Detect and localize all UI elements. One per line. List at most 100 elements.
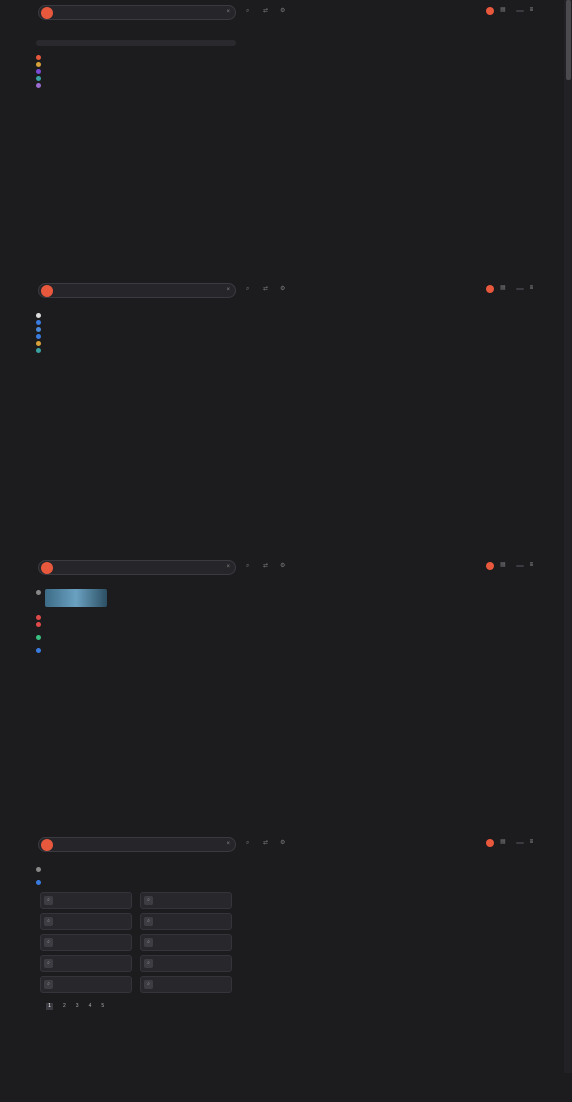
search-icon: ⌕ (144, 896, 153, 905)
avatar[interactable] (486, 562, 494, 570)
sitelinks (45, 622, 236, 627)
search-bar[interactable]: × (38, 5, 236, 20)
results-list (36, 34, 236, 89)
close-icon[interactable]: × (226, 564, 230, 572)
related-search-chip[interactable]: ⌕ (40, 955, 132, 972)
search-icon[interactable]: ⌕ (246, 8, 254, 16)
search-tabs (44, 303, 116, 309)
scroll-thumb[interactable] (566, 0, 571, 80)
account-area: ▦ ≡ (486, 7, 533, 15)
sign-in-button[interactable] (515, 565, 524, 567)
site-favicon (36, 348, 41, 353)
search-bar[interactable]: × (38, 283, 236, 298)
results-list: ⌕ ⌕ ⌕ ⌕ ⌕ ⌕ ⌕ ⌕ ⌕ ⌕ 1 2 3 4 5 (36, 866, 236, 1010)
page-scrollbar[interactable] (564, 0, 572, 1073)
related-search-chip[interactable]: ⌕ (40, 892, 132, 909)
related-search-chip[interactable]: ⌕ (40, 913, 132, 930)
search-icon: ⌕ (44, 917, 53, 926)
search-icon[interactable]: ⌕ (246, 563, 254, 571)
related-search-chip[interactable]: ⌕ (40, 976, 132, 993)
share-icon[interactable]: ⇄ (263, 840, 271, 848)
menu-icon[interactable]: ≡ (530, 7, 534, 15)
site-favicon (36, 76, 41, 81)
results-panel: × ⌕ ⇄ ⚙ ▦ ≡ (0, 555, 560, 825)
site-favicon (36, 635, 41, 640)
apps-icon[interactable]: ▦ (500, 7, 506, 15)
site-favicon (36, 55, 41, 60)
site-favicon (36, 83, 41, 88)
page-number[interactable]: 5 (101, 1003, 104, 1009)
related-search-chip[interactable]: ⌕ (40, 934, 132, 951)
brand-logo[interactable] (41, 562, 53, 574)
search-result (36, 634, 236, 640)
sitelinks (45, 880, 236, 885)
brand-logo[interactable] (41, 7, 53, 19)
avatar[interactable] (486, 285, 494, 293)
brand-logo[interactable] (41, 839, 53, 851)
brand-logo[interactable] (41, 285, 53, 297)
site-favicon (36, 313, 41, 318)
avatar[interactable] (486, 7, 494, 15)
account-area: ▦ ≡ (486, 562, 533, 570)
site-favicon (36, 615, 41, 620)
menu-icon[interactable]: ≡ (530, 839, 534, 847)
site-favicon (36, 622, 41, 627)
site-favicon (36, 327, 41, 332)
related-search-chip[interactable]: ⌕ (140, 976, 232, 993)
results-panel: × ⌕ ⇄ ⚙ ▦ ≡ (0, 278, 560, 548)
search-icon: ⌕ (44, 980, 53, 989)
search-icon: ⌕ (144, 938, 153, 947)
search-icon: ⌕ (44, 959, 53, 968)
search-icon: ⌕ (144, 959, 153, 968)
avatar[interactable] (486, 839, 494, 847)
search-icon: ⌕ (44, 938, 53, 947)
page-number[interactable]: 2 (63, 1003, 66, 1009)
search-bar[interactable]: × (38, 837, 236, 852)
sign-in-button[interactable] (515, 10, 524, 12)
settings-icon[interactable]: ⚙ (280, 286, 288, 294)
site-favicon (36, 320, 41, 325)
settings-icon[interactable]: ⚙ (280, 840, 288, 848)
search-icon[interactable]: ⌕ (246, 286, 254, 294)
share-icon[interactable]: ⇄ (263, 563, 271, 571)
close-icon[interactable]: × (226, 841, 230, 849)
sitelinks (45, 635, 236, 640)
settings-icon[interactable]: ⚙ (280, 563, 288, 571)
search-tabs (44, 580, 116, 586)
related-search-chip[interactable]: ⌕ (140, 892, 232, 909)
page-number[interactable]: 4 (89, 1003, 92, 1009)
share-icon[interactable]: ⇄ (263, 8, 271, 16)
page-number[interactable]: 3 (76, 1003, 79, 1009)
sign-in-button[interactable] (515, 288, 524, 290)
toolbar-icons: ⌕ ⇄ ⚙ (246, 563, 297, 571)
result-thumbnail[interactable] (45, 589, 107, 607)
apps-icon[interactable]: ▦ (500, 562, 506, 570)
search-result (36, 866, 236, 872)
site-favicon (36, 341, 41, 346)
related-search-chip[interactable]: ⌕ (140, 955, 232, 972)
sign-in-button[interactable] (515, 842, 524, 844)
results-list (36, 312, 236, 354)
account-area: ▦ ≡ (486, 839, 533, 847)
search-icon: ⌕ (144, 917, 153, 926)
search-icon[interactable]: ⌕ (246, 840, 254, 848)
close-icon[interactable]: × (226, 287, 230, 295)
site-favicon (36, 590, 41, 595)
toolbar-icons: ⌕ ⇄ ⚙ (246, 8, 297, 16)
related-search-chip[interactable]: ⌕ (140, 934, 232, 951)
site-favicon (36, 69, 41, 74)
results-list (36, 589, 236, 654)
menu-icon[interactable]: ≡ (530, 562, 534, 570)
search-result (36, 621, 236, 627)
share-icon[interactable]: ⇄ (263, 286, 271, 294)
apps-icon[interactable]: ▦ (500, 285, 506, 293)
results-panel: × ⌕ ⇄ ⚙ ▦ ≡ (0, 0, 560, 270)
apps-icon[interactable]: ▦ (500, 839, 506, 847)
menu-icon[interactable]: ≡ (530, 285, 534, 293)
page-number[interactable]: 1 (46, 1003, 53, 1010)
search-bar[interactable]: × (38, 560, 236, 575)
related-search-chip[interactable]: ⌕ (140, 913, 232, 930)
settings-icon[interactable]: ⚙ (280, 8, 288, 16)
search-icon: ⌕ (144, 980, 153, 989)
close-icon[interactable]: × (226, 9, 230, 17)
